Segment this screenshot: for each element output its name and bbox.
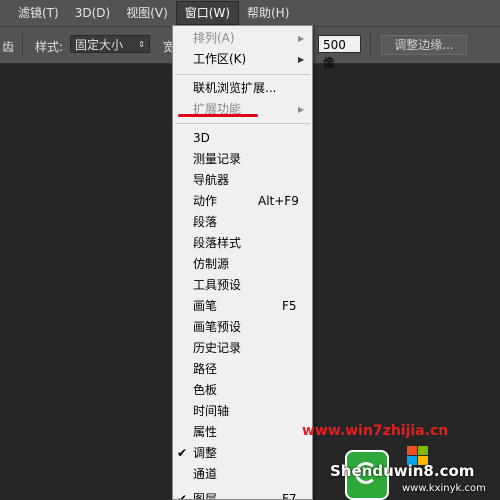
menu-item-label: 导航器 xyxy=(193,173,230,187)
menu-item-history[interactable]: 历史记录 xyxy=(173,338,312,359)
height-input[interactable]: 500 像 xyxy=(318,35,361,70)
menu-item-label: 路径 xyxy=(193,362,218,376)
menu-item-paragraph[interactable]: 段落 xyxy=(173,212,312,233)
menu-item-timeline[interactable]: 时间轴 xyxy=(173,401,312,422)
style-select[interactable]: 固定大小 ⇕ xyxy=(70,35,150,53)
style-select-value: 固定大小 xyxy=(75,38,124,52)
menu-divider xyxy=(175,123,310,124)
select-arrows-icon: ⇕ xyxy=(138,40,145,49)
menu-item-adjustments[interactable]: ✔ 调整 xyxy=(173,443,312,464)
menu-view[interactable]: 视图(V) xyxy=(118,0,176,26)
menu-item-label: 工具预设 xyxy=(193,278,242,292)
menu-item-label: 画笔预设 xyxy=(193,320,242,334)
menu-item-label: 测量记录 xyxy=(193,152,242,166)
style-label: 样式: xyxy=(35,40,64,54)
menu-bar: 滤镜(T) 3D(D) 视图(V) 窗口(W) 帮助(H) xyxy=(0,0,500,27)
menu-item-shortcut: Alt+F9 xyxy=(258,194,299,208)
menu-item-label: 动作 xyxy=(193,194,218,208)
menu-item-label: 工作区(K) xyxy=(193,52,247,66)
menu-3d[interactable]: 3D(D) xyxy=(67,0,118,26)
menu-item-label: 仿制源 xyxy=(193,257,230,271)
menu-item-label: 属性 xyxy=(193,425,218,439)
menu-divider xyxy=(175,74,310,75)
menu-item-label: 联机浏览扩展... xyxy=(193,81,277,95)
red-underline-annotation xyxy=(178,114,258,117)
watermark-site: www.kxinyk.com xyxy=(402,483,486,494)
menu-item-clone-source[interactable]: 仿制源 xyxy=(173,254,312,275)
feather-label-clip: 齿 xyxy=(2,40,15,54)
menu-item-measurement-log[interactable]: 测量记录 xyxy=(173,149,312,170)
menu-item-label: 历史记录 xyxy=(193,341,242,355)
menu-item-label: 图层 xyxy=(193,492,218,499)
menu-window[interactable]: 窗口(W) xyxy=(175,1,239,25)
menu-item-browse-extensions[interactable]: 联机浏览扩展... xyxy=(173,78,312,99)
menu-item-label: 时间轴 xyxy=(193,404,230,418)
menu-item-label: 段落样式 xyxy=(193,236,242,250)
menu-item-swatches[interactable]: 色板 xyxy=(173,380,312,401)
menu-item-brush-presets[interactable]: 画笔预设 xyxy=(173,317,312,338)
menu-item-label: 画笔 xyxy=(193,299,218,313)
menu-item-navigator[interactable]: 导航器 xyxy=(173,170,312,191)
menu-item-3d[interactable]: 3D xyxy=(173,128,312,149)
menu-item-label: 排列(A) xyxy=(193,31,235,45)
menu-item-paragraph-styles[interactable]: 段落样式 xyxy=(173,233,312,254)
watermark-brand: Shenduwin8.com xyxy=(330,462,475,480)
options-divider xyxy=(370,33,371,57)
watermark-url: www.win7zhijia.cn xyxy=(302,423,449,439)
menu-item-arrange[interactable]: 排列(A) ▶ xyxy=(173,28,312,49)
menu-item-properties[interactable]: 属性 xyxy=(173,422,312,443)
menu-item-label: 通道 xyxy=(193,467,218,481)
refine-edge-button[interactable]: 调整边缘... xyxy=(381,35,467,55)
window-menu: 排列(A) ▶ 工作区(K) ▶ 联机浏览扩展... 扩展功能 ▶ 3D 测量记… xyxy=(172,25,313,500)
options-divider xyxy=(22,33,23,57)
menu-item-actions[interactable]: 动作 Alt+F9 xyxy=(173,191,312,212)
checkmark-icon: ✔ xyxy=(177,446,188,460)
menu-item-brush[interactable]: 画笔 F5 xyxy=(173,296,312,317)
menu-item-label: 调整 xyxy=(193,446,218,460)
menu-item-label: 段落 xyxy=(193,215,218,229)
menu-item-layers[interactable]: ✔ 图层 F7 xyxy=(173,485,312,499)
submenu-arrow-icon: ▶ xyxy=(298,34,305,43)
checkmark-icon: ✔ xyxy=(177,492,188,499)
submenu-arrow-icon: ▶ xyxy=(298,55,305,64)
menu-item-workspace[interactable]: 工作区(K) ▶ xyxy=(173,49,312,70)
menu-help[interactable]: 帮助(H) xyxy=(239,0,297,26)
menu-item-paths[interactable]: 路径 xyxy=(173,359,312,380)
menu-item-tool-presets[interactable]: 工具预设 xyxy=(173,275,312,296)
menu-item-label: 3D xyxy=(193,131,210,145)
menu-item-label: 色板 xyxy=(193,383,218,397)
menu-filter[interactable]: 滤镜(T) xyxy=(0,0,67,26)
menu-item-shortcut: F7 xyxy=(282,492,297,499)
menu-item-channels[interactable]: 通道 xyxy=(173,464,312,485)
menu-item-shortcut: F5 xyxy=(282,299,297,313)
submenu-arrow-icon: ▶ xyxy=(298,105,305,114)
